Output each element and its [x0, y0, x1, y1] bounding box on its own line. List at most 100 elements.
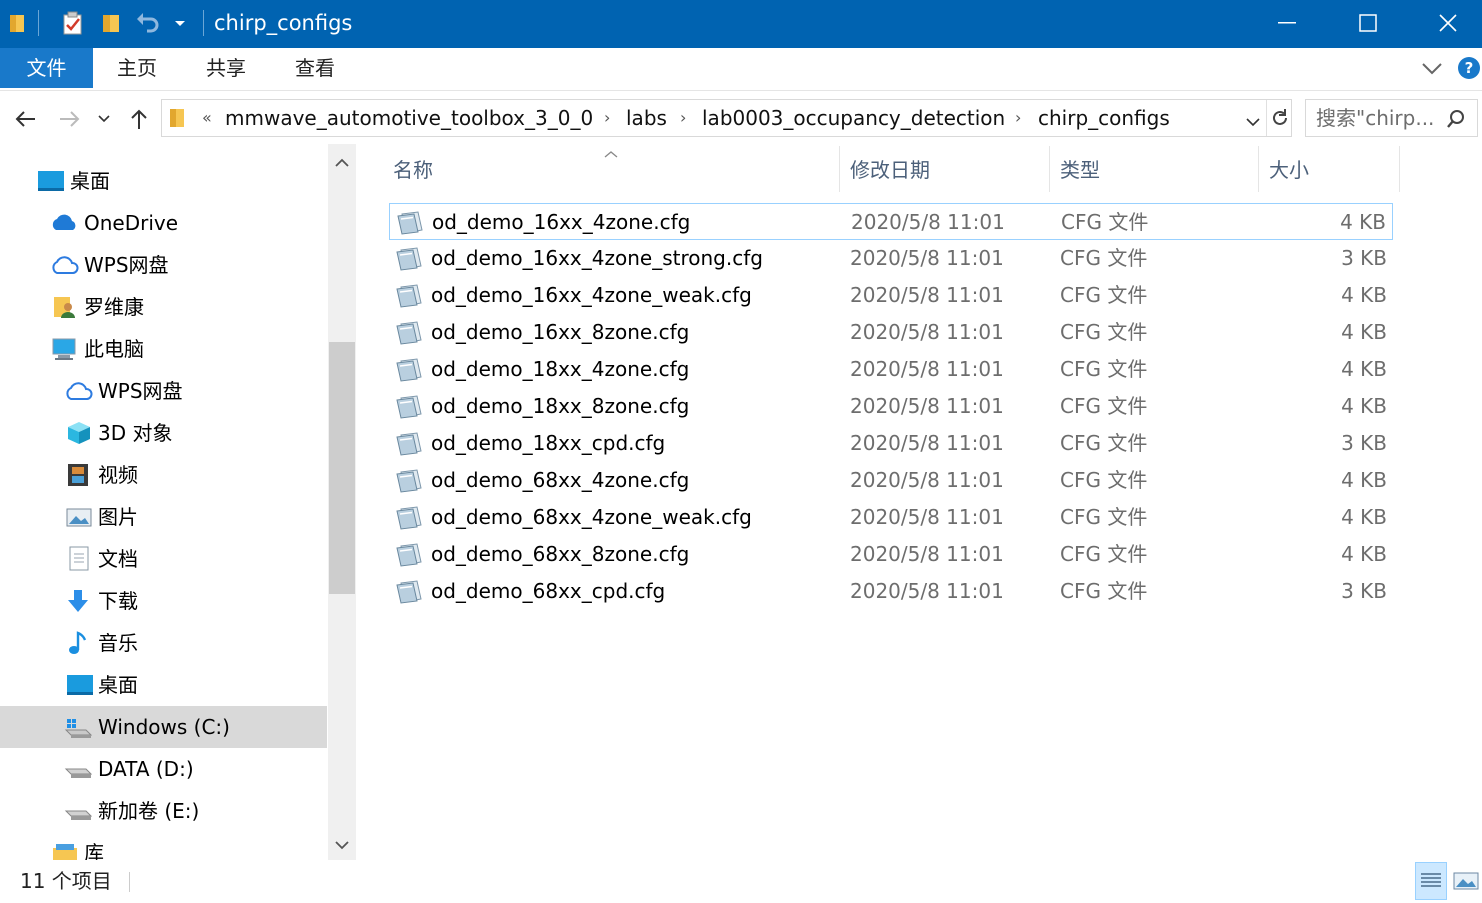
sidebar-item-wps-cloud[interactable]: WPS网盘 — [0, 244, 327, 286]
scroll-down-icon[interactable] — [328, 830, 356, 860]
drive-icon — [64, 756, 93, 782]
refresh-icon[interactable] — [1270, 108, 1290, 132]
customize-toolbar-icon[interactable] — [170, 8, 190, 38]
search-box[interactable]: 搜索"chirp... — [1305, 99, 1478, 137]
cfg-file-icon — [395, 468, 423, 494]
sidebar-scrollbar[interactable] — [328, 144, 356, 860]
file-size: 4 KB — [1341, 394, 1387, 418]
onedrive-icon — [50, 210, 78, 236]
file-row[interactable]: od_demo_16xx_4zone_weak.cfg 2020/5/8 11:0… — [389, 277, 1393, 314]
sidebar-item-drive-c[interactable]: Windows (C:) — [0, 706, 327, 748]
breadcrumb-item[interactable]: lab0003_occupancy_detection — [702, 100, 1005, 136]
file-row[interactable]: od_demo_16xx_4zone_strong.cfg 2020/5/8 11… — [389, 240, 1393, 277]
cloud-icon — [64, 378, 93, 404]
details-view-button[interactable] — [1415, 862, 1447, 900]
cube-icon — [66, 420, 94, 446]
new-folder-icon[interactable] — [98, 8, 124, 38]
user-folder-icon — [52, 294, 80, 320]
undo-icon[interactable] — [134, 8, 162, 38]
sidebar-item-label: 视频 — [98, 463, 138, 487]
desktop-icon — [37, 168, 65, 194]
file-date: 2020/5/8 11:01 — [850, 357, 1004, 381]
tab-view[interactable]: 查看 — [279, 48, 351, 88]
recent-locations-icon[interactable] — [92, 104, 116, 134]
file-date: 2020/5/8 11:01 — [850, 246, 1004, 270]
sidebar-item-desktop[interactable]: 桌面 — [0, 664, 327, 706]
file-row[interactable]: od_demo_16xx_4zone.cfg 2020/5/8 11:01 CFG … — [389, 203, 1393, 240]
search-icon[interactable] — [1446, 109, 1466, 133]
sidebar-item-drive-d[interactable]: DATA (D:) — [0, 748, 327, 790]
cloud-icon — [50, 252, 79, 278]
forward-button[interactable] — [55, 104, 85, 134]
breadcrumb-chevron-icon[interactable]: › — [680, 100, 686, 136]
column-header-size[interactable]: 大小 — [1269, 144, 1309, 196]
tab-share[interactable]: 共享 — [190, 48, 262, 88]
status-bar: 11 个项目 — [0, 860, 1482, 903]
minimize-button[interactable] — [1247, 0, 1327, 46]
breadcrumb-item[interactable]: chirp_configs — [1038, 100, 1170, 136]
file-row[interactable]: od_demo_18xx_cpd.cfg 2020/5/8 11:01 CFG 文件… — [389, 425, 1393, 462]
sidebar-item-downloads[interactable]: 下载 — [0, 580, 327, 622]
file-date: 2020/5/8 11:01 — [851, 210, 1005, 234]
sidebar-item-drive-e[interactable]: 新加卷 (E:) — [0, 790, 327, 832]
column-header-type[interactable]: 类型 — [1060, 144, 1100, 196]
breadcrumb-item[interactable]: labs — [626, 100, 667, 136]
address-dropdown-icon[interactable] — [1246, 112, 1260, 131]
computer-icon — [50, 336, 78, 362]
sidebar-item-3d-objects[interactable]: 3D 对象 — [0, 412, 327, 454]
file-row[interactable]: od_demo_18xx_8zone.cfg 2020/5/8 11:01 CFG … — [389, 388, 1393, 425]
sidebar-item-libraries[interactable]: 库 — [0, 832, 327, 860]
sidebar-item-label: 桌面 — [70, 169, 110, 193]
file-row[interactable]: od_demo_68xx_4zone_weak.cfg 2020/5/8 11:0… — [389, 499, 1393, 536]
sidebar-item-user[interactable]: 罗维康 — [0, 286, 327, 328]
file-type: CFG 文件 — [1060, 246, 1148, 270]
close-button[interactable] — [1408, 0, 1482, 46]
sidebar-item-label: 3D 对象 — [98, 421, 173, 445]
expand-ribbon-icon[interactable] — [1420, 54, 1444, 82]
file-name: od_demo_18xx_4zone.cfg — [431, 357, 690, 381]
sidebar-item-desktop[interactable]: 桌面 — [0, 160, 327, 202]
large-icons-view-button[interactable] — [1450, 862, 1482, 900]
sidebar-item-label: 文档 — [98, 547, 138, 571]
file-row[interactable]: od_demo_18xx_4zone.cfg 2020/5/8 11:01 CFG … — [389, 351, 1393, 388]
scrollbar-thumb[interactable] — [329, 342, 355, 594]
sidebar-item-wps-cloud[interactable]: WPS网盘 — [0, 370, 327, 412]
file-row[interactable]: od_demo_16xx_8zone.cfg 2020/5/8 11:01 CFG … — [389, 314, 1393, 351]
window-title: chirp_configs — [214, 11, 353, 35]
sidebar-item-music[interactable]: 音乐 — [0, 622, 327, 664]
sidebar-item-onedrive[interactable]: OneDrive — [0, 202, 327, 244]
file-size: 4 KB — [1340, 210, 1386, 234]
breadcrumb-chevron-icon[interactable]: › — [604, 100, 610, 136]
address-bar[interactable]: « mmwave_automotive_toolbox_3_0_0 › labs… — [161, 99, 1292, 137]
tab-file[interactable]: 文件 — [0, 48, 93, 88]
picture-icon — [66, 504, 94, 530]
sidebar-item-label: OneDrive — [84, 211, 179, 235]
file-row[interactable]: od_demo_68xx_cpd.cfg 2020/5/8 11:01 CFG 文件… — [389, 573, 1393, 610]
sidebar-item-documents[interactable]: 文档 — [0, 538, 327, 580]
scroll-up-icon[interactable] — [328, 148, 356, 178]
back-button[interactable] — [10, 104, 40, 134]
file-row[interactable]: od_demo_68xx_4zone.cfg 2020/5/8 11:01 CFG … — [389, 462, 1393, 499]
file-date: 2020/5/8 11:01 — [850, 468, 1004, 492]
details-view-icon — [1421, 873, 1441, 887]
file-name: od_demo_18xx_8zone.cfg — [431, 394, 690, 418]
file-date: 2020/5/8 11:01 — [850, 505, 1004, 529]
maximize-button[interactable] — [1328, 0, 1408, 46]
up-button[interactable] — [124, 104, 154, 134]
help-button[interactable]: ? — [1458, 57, 1480, 79]
file-type: CFG 文件 — [1060, 431, 1148, 455]
cfg-file-icon — [395, 246, 423, 272]
tab-home[interactable]: 主页 — [101, 48, 173, 88]
file-name: od_demo_16xx_4zone.cfg — [432, 210, 691, 234]
search-input[interactable]: 搜索"chirp... — [1316, 100, 1434, 136]
column-header-name[interactable]: 名称 — [393, 144, 433, 196]
file-row[interactable]: od_demo_68xx_8zone.cfg 2020/5/8 11:01 CFG … — [389, 536, 1393, 573]
breadcrumb-overflow[interactable]: « — [202, 100, 212, 136]
sidebar-item-pictures[interactable]: 图片 — [0, 496, 327, 538]
properties-icon[interactable] — [60, 8, 86, 38]
sidebar-item-this-pc[interactable]: 此电脑 — [0, 328, 327, 370]
sidebar-item-videos[interactable]: 视频 — [0, 454, 327, 496]
column-header-date[interactable]: 修改日期 — [850, 144, 930, 196]
breadcrumb-chevron-icon[interactable]: › — [1015, 100, 1021, 136]
breadcrumb-item[interactable]: mmwave_automotive_toolbox_3_0_0 — [225, 100, 593, 136]
